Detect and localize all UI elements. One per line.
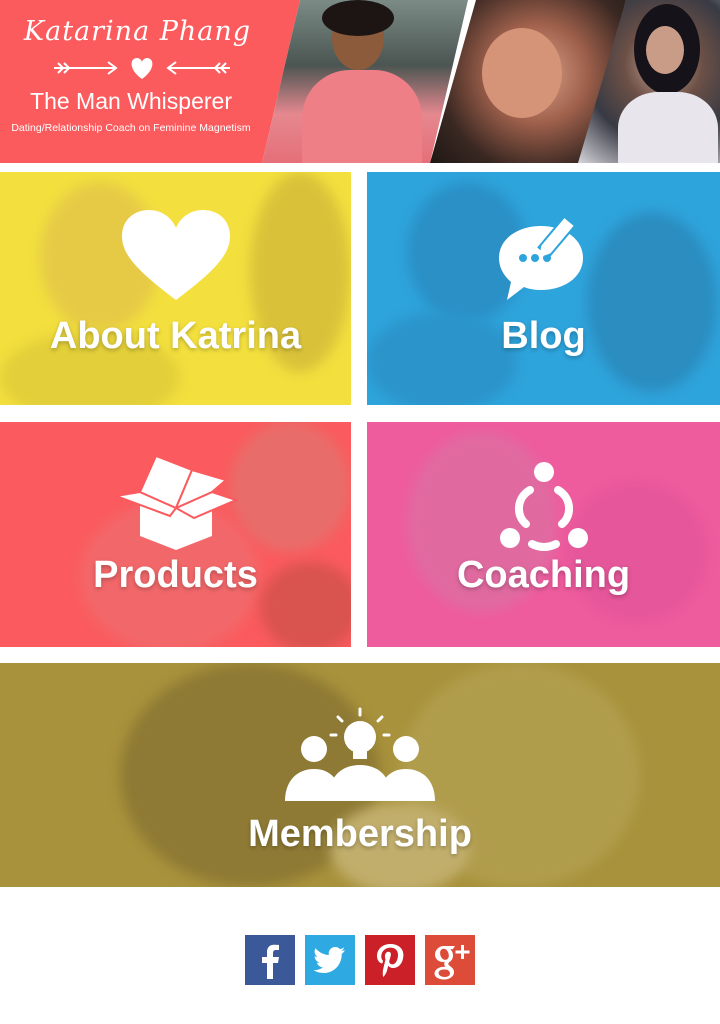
tile-about[interactable]: About Katrina <box>0 172 351 405</box>
tile-blog[interactable]: Blog <box>367 172 720 405</box>
twitter-icon <box>305 935 355 985</box>
tile-coaching[interactable]: Coaching <box>367 422 720 647</box>
tile-membership-label: Membership <box>248 813 472 855</box>
site-tagline: Dating/Relationship Coach on Feminine Ma… <box>11 122 251 134</box>
team-lightbulb-icon <box>285 707 435 801</box>
brand-name: Katarina Phang <box>23 16 252 47</box>
tile-blog-label: Blog <box>501 315 586 357</box>
google-plus-icon <box>425 935 475 985</box>
facebook-icon <box>245 935 295 985</box>
speech-bubble-pencil-icon <box>498 213 583 300</box>
pinterest-icon <box>365 935 415 985</box>
brand-panel[interactable]: Katarina Phang The Man Whisperer Dating/… <box>0 0 300 163</box>
header-banner: Katarina Phang The Man Whisperer Dating/… <box>0 0 720 163</box>
tile-about-label: About Katrina <box>49 315 302 357</box>
tile-products[interactable]: Products <box>0 422 351 647</box>
open-box-icon <box>113 454 238 550</box>
people-circle-icon <box>499 462 588 551</box>
tile-membership[interactable]: Membership <box>0 663 720 887</box>
facebook-button[interactable] <box>245 935 295 985</box>
pinterest-button[interactable] <box>365 935 415 985</box>
google-plus-button[interactable] <box>425 935 475 985</box>
arrows-heart-icon <box>54 58 230 79</box>
tile-coaching-label: Coaching <box>456 554 631 596</box>
twitter-button[interactable] <box>305 935 355 985</box>
heart-icon <box>121 210 230 300</box>
tile-products-label: Products <box>93 554 258 596</box>
social-links <box>245 935 477 985</box>
site-title: The Man Whisperer <box>30 88 232 114</box>
